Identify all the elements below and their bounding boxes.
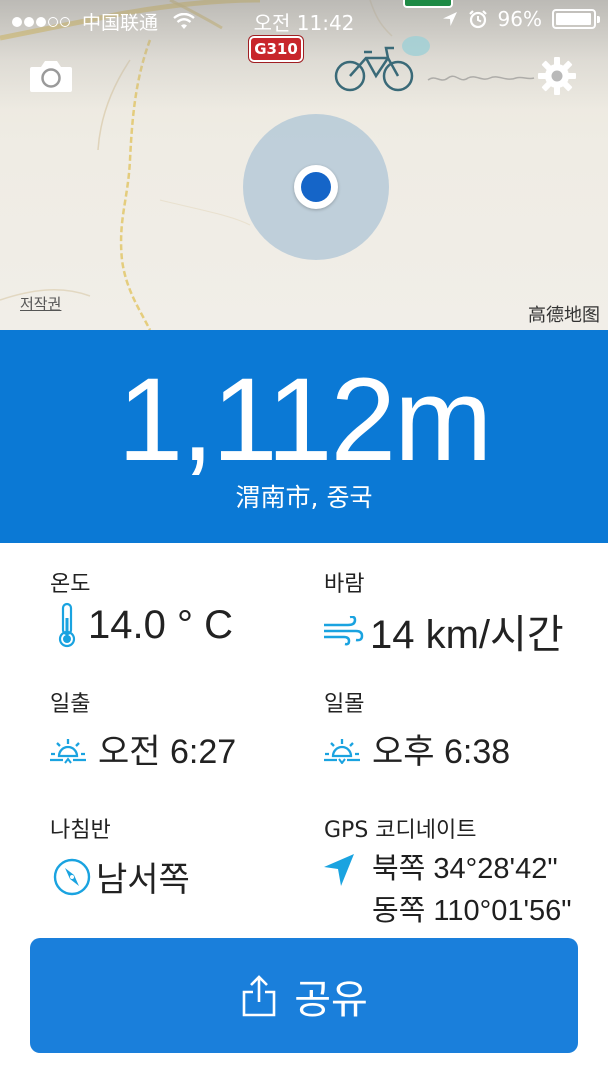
temperature-value-row: 14.0 ° C	[56, 602, 233, 648]
wind-label: 바람	[324, 572, 365, 597]
location-arrow-icon	[324, 854, 354, 886]
temperature-label: 온도	[50, 572, 91, 597]
sunset-value-row: 오후 6:38	[322, 724, 510, 773]
map-copyright-link[interactable]: 저작권	[20, 293, 61, 314]
share-button-label: 공유	[294, 976, 368, 1023]
camera-icon[interactable]	[28, 58, 74, 94]
altitude-panel: 1,112m 渭南市, 중국	[0, 330, 608, 543]
watermark-scribble	[427, 75, 535, 81]
gps-latitude: 북쪽 34°28'42"	[372, 853, 558, 885]
sunrise-value: 오전 6:27	[98, 733, 237, 771]
gps-label: GPS 코디네이트	[324, 818, 477, 843]
battery-icon	[552, 9, 600, 29]
altitude-value: 1,112m	[117, 354, 493, 486]
sunrise-value-row: 오전 6:27	[48, 724, 236, 773]
current-location-dot[interactable]	[294, 165, 338, 209]
wind-icon	[324, 616, 364, 646]
location-name: 渭南市, 중국	[235, 483, 373, 512]
map-view[interactable]: G310 저작권 高德地图 中国联通 오전 11:42 96%	[0, 0, 608, 330]
wind-value: 14 km/시간	[370, 613, 564, 657]
temperature-value: 14.0 ° C	[88, 602, 233, 647]
sunset-value: 오후 6:38	[372, 733, 511, 771]
sunrise-icon	[50, 738, 86, 764]
compass-icon	[53, 858, 91, 895]
share-icon	[242, 974, 276, 1016]
battery-percent: 96%	[497, 7, 542, 31]
sunset-icon	[324, 738, 360, 764]
compass-value: 남서쪽	[96, 861, 190, 899]
compass-label: 나침반	[50, 818, 111, 843]
gear-icon[interactable]	[537, 56, 577, 96]
sunrise-label: 일출	[50, 692, 91, 717]
gps-longitude: 동쪽 110°01'56"	[372, 895, 572, 927]
alarm-icon	[468, 10, 487, 29]
compass-value-row: 남서쪽	[52, 852, 190, 901]
share-button[interactable]: 공유	[30, 938, 578, 1053]
thermometer-icon	[58, 602, 76, 648]
wind-value-row: 14 km/시간	[322, 602, 564, 660]
status-bar: 中国联通 오전 11:42 96%	[0, 0, 608, 40]
map-provider-logo: 高德地图	[528, 305, 600, 326]
location-services-icon	[442, 12, 457, 26]
battery-fill	[556, 13, 591, 25]
sunset-label: 일몰	[324, 692, 365, 717]
